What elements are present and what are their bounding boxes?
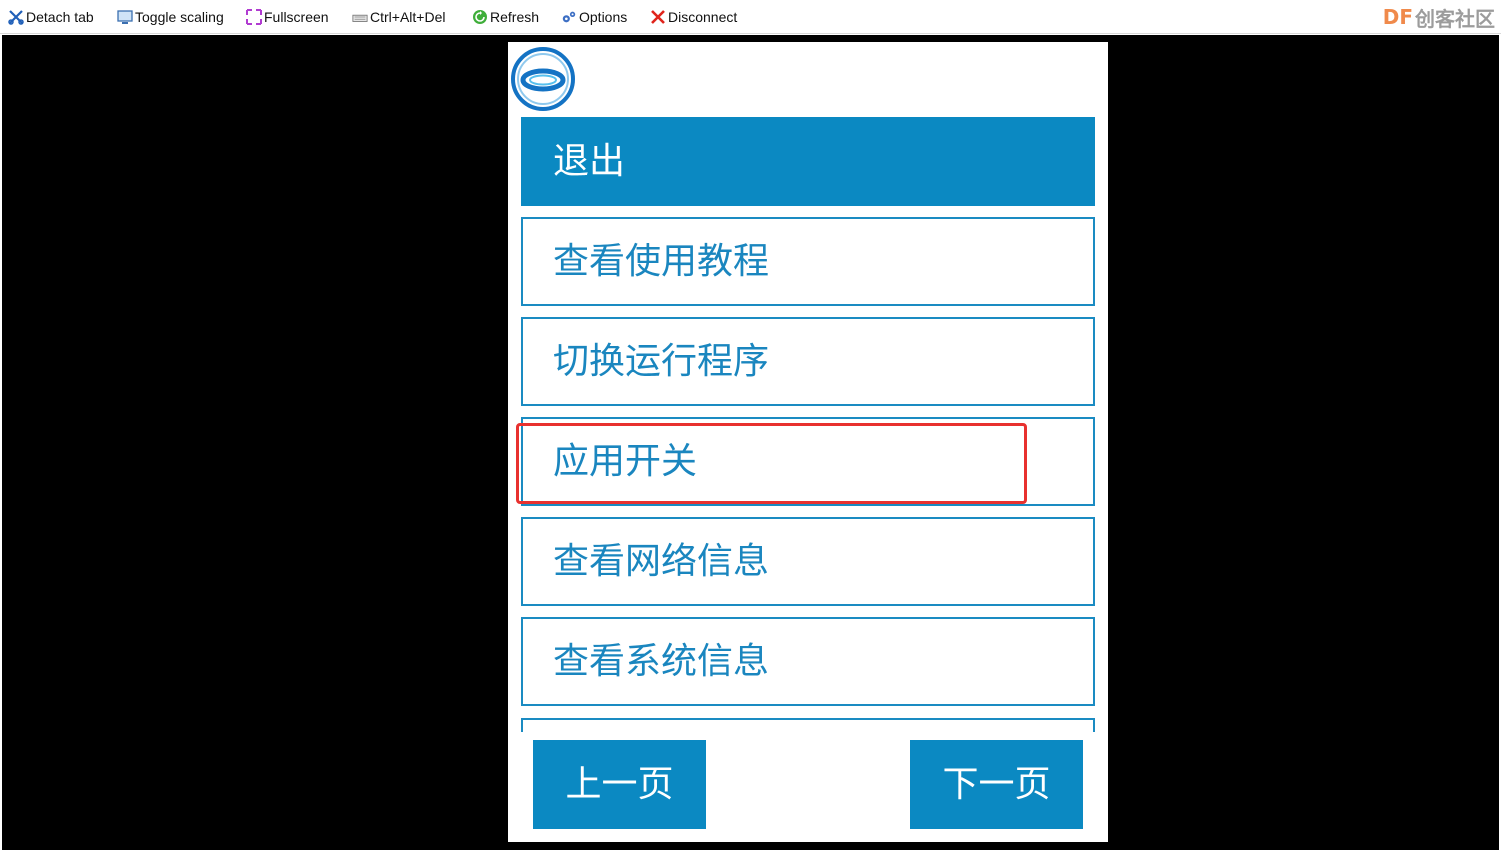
device-screen: 退出 查看使用教程 切换运行程序 应用开关 查看网络信息 查看系统信息 上一页 … <box>508 42 1108 842</box>
toggle-scaling-label: Toggle scaling <box>135 9 224 25</box>
brand-logo: DF 创客社区 <box>1383 2 1495 32</box>
gears-icon <box>561 9 577 25</box>
menu-item-view-tutorial[interactable]: 查看使用教程 <box>521 217 1095 306</box>
menu-item-switch-program-label: 切换运行程序 <box>553 341 770 382</box>
ctrl-alt-del-label: Ctrl+Alt+Del <box>370 9 446 25</box>
menu-item-system-info-label: 查看系统信息 <box>553 641 770 682</box>
fullscreen-label: Fullscreen <box>264 9 329 25</box>
red-x-icon <box>650 9 666 25</box>
refresh-button[interactable]: Refresh <box>472 6 539 28</box>
brand-text: 创客社区 <box>1415 6 1495 31</box>
menu-item-view-tutorial-label: 查看使用教程 <box>553 241 770 282</box>
disconnect-label: Disconnect <box>668 9 738 25</box>
options-button[interactable]: Options <box>561 6 627 28</box>
monitor-icon <box>117 9 133 25</box>
options-label: Options <box>579 9 628 25</box>
menu-item-network-info-label: 查看网络信息 <box>553 541 770 582</box>
menu-item-network-info[interactable]: 查看网络信息 <box>521 517 1095 606</box>
menu-item-app-toggle-label: 应用开关 <box>553 441 698 482</box>
refresh-label: Refresh <box>490 9 540 25</box>
fullscreen-button[interactable]: Fullscreen <box>246 6 329 28</box>
detach-tab-label: Detach tab <box>26 9 94 25</box>
keyboard-icon <box>352 9 368 25</box>
disconnect-button[interactable]: Disconnect <box>650 6 737 28</box>
ctrl-alt-del-button[interactable]: Ctrl+Alt+Del <box>352 6 445 28</box>
menu-item-switch-program[interactable]: 切换运行程序 <box>521 317 1095 406</box>
toggle-scaling-button[interactable]: Toggle scaling <box>117 6 224 28</box>
menu-item-partial <box>521 718 1095 732</box>
menu-item-system-info[interactable]: 查看系统信息 <box>521 617 1095 706</box>
remote-toolbar: Detach tab Toggle scaling Fullscreen Ctr… <box>0 0 1501 34</box>
detach-tab-button[interactable]: Detach tab <box>8 6 94 28</box>
brand-df: DF <box>1382 5 1413 29</box>
prev-page-button[interactable]: 上一页 <box>533 740 706 829</box>
next-page-button[interactable]: 下一页 <box>910 740 1083 829</box>
menu-item-app-toggle[interactable]: 应用开关 <box>521 417 1095 506</box>
fullscreen-arrows-icon <box>246 9 262 25</box>
menu-item-exit[interactable]: 退出 <box>521 117 1095 206</box>
refresh-icon <box>472 9 488 25</box>
menu-item-exit-label: 退出 <box>553 141 626 182</box>
scissors-icon <box>8 9 24 25</box>
circle-logo-icon <box>510 46 576 112</box>
